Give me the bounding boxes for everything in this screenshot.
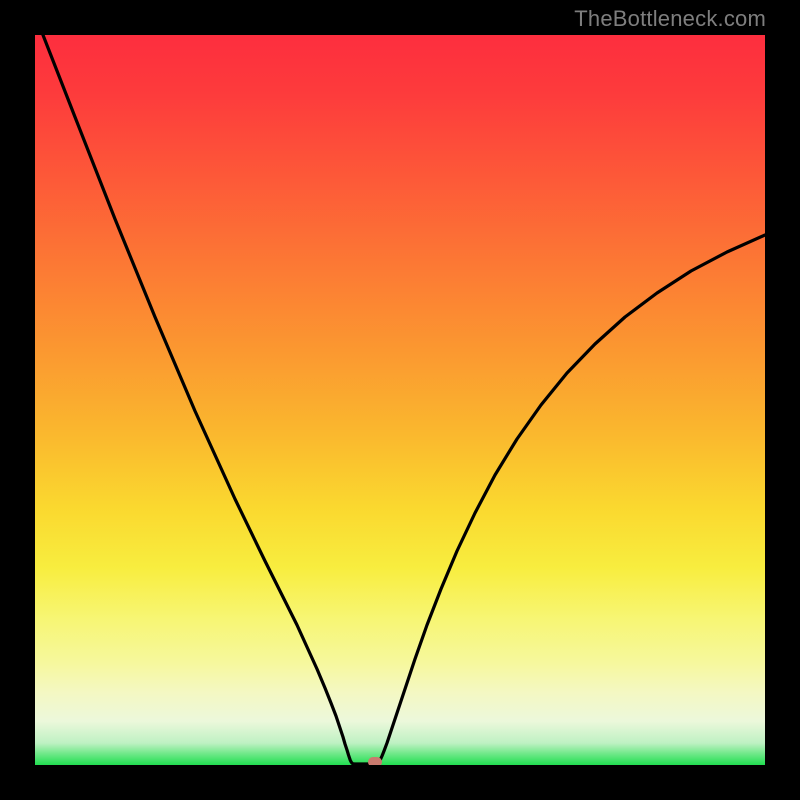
bottleneck-curve <box>35 35 765 764</box>
plot-area <box>35 35 765 765</box>
chart-frame: TheBottleneck.com <box>0 0 800 800</box>
curve-layer <box>35 35 765 765</box>
min-marker <box>368 757 382 765</box>
watermark-text: TheBottleneck.com <box>574 6 766 32</box>
